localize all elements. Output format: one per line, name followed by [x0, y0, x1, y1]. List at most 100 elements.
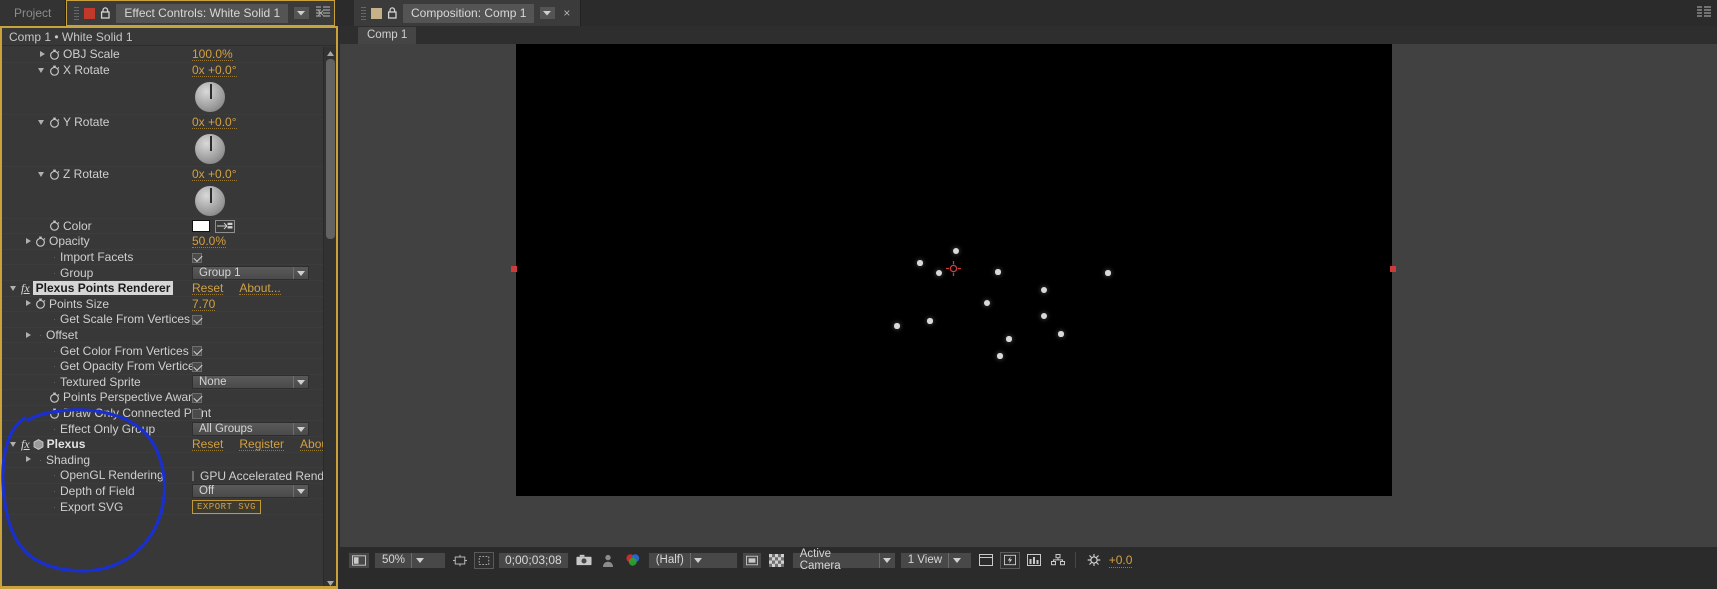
- property-checkbox[interactable]: [192, 470, 194, 481]
- twirl-closed-icon[interactable]: [24, 331, 33, 340]
- angle-dial[interactable]: [194, 184, 226, 217]
- layer-handle[interactable]: [1390, 266, 1396, 272]
- renderer-options-icon[interactable]: [1048, 552, 1068, 569]
- twirl-closed-icon[interactable]: [24, 299, 33, 308]
- tab-composition[interactable]: Composition: Comp 1 ×: [354, 0, 582, 26]
- panel-grip-icon[interactable]: [361, 6, 366, 20]
- property-value[interactable]: 7.70: [192, 298, 216, 311]
- property-row[interactable]: · Get Scale From Vertices: [2, 312, 336, 328]
- property-checkbox[interactable]: [192, 392, 202, 403]
- property-row[interactable]: Color: [2, 219, 336, 235]
- stopwatch-icon[interactable]: [49, 220, 60, 232]
- property-row[interactable]: Y Rotate 0x +0.0°: [2, 115, 336, 167]
- twirl-closed-icon[interactable]: [38, 50, 47, 59]
- property-row[interactable]: Z Rotate 0x +0.0°: [2, 167, 336, 219]
- property-row[interactable]: · Get Opacity From Vertices: [2, 359, 336, 375]
- composition-canvas[interactable]: [511, 44, 1396, 496]
- stopwatch-icon[interactable]: [49, 49, 60, 60]
- stopwatch-icon[interactable]: [49, 408, 60, 419]
- property-value[interactable]: 100.0%: [192, 48, 233, 62]
- property-checkbox[interactable]: [192, 408, 202, 419]
- resolution-select[interactable]: (Half): [647, 551, 738, 569]
- property-row[interactable]: · Depth of Field Off: [2, 484, 336, 500]
- stopwatch-icon[interactable]: [49, 392, 60, 403]
- property-dropdown[interactable]: Group 1: [192, 266, 309, 281]
- property-checkbox[interactable]: [192, 361, 202, 372]
- composition-viewer[interactable]: [340, 44, 1717, 547]
- property-row[interactable]: · Get Color From Vertices: [2, 343, 336, 359]
- property-checkbox[interactable]: [192, 346, 202, 357]
- property-row[interactable]: · Effect Only Group All Groups: [2, 421, 336, 437]
- effect-name[interactable]: Plexus Points Renderer: [32, 281, 174, 296]
- eyedropper-icon[interactable]: [215, 219, 235, 233]
- angle-dial[interactable]: [194, 80, 226, 113]
- close-icon[interactable]: ×: [560, 6, 573, 20]
- effect-name[interactable]: Plexus: [47, 437, 86, 451]
- property-row[interactable]: X Rotate 0x +0.0°: [2, 63, 336, 115]
- chevron-down-icon[interactable]: [293, 267, 308, 280]
- timeline-icon[interactable]: [976, 552, 996, 569]
- property-row[interactable]: · Textured Sprite None: [2, 375, 336, 391]
- stopwatch-icon[interactable]: [49, 117, 60, 128]
- show-snapshot-icon[interactable]: [599, 552, 618, 569]
- camera-view-select[interactable]: Active Camera: [791, 548, 896, 572]
- property-row[interactable]: Points Size 7.70: [2, 297, 336, 313]
- view-layout-select[interactable]: 1 View: [899, 551, 972, 569]
- effect-controls-scrollbar[interactable]: [323, 47, 336, 589]
- chevron-down-icon[interactable]: [411, 552, 427, 568]
- property-checkbox[interactable]: [192, 252, 202, 263]
- region-of-interest-icon[interactable]: [450, 552, 470, 569]
- effect-link[interactable]: Reset: [192, 282, 224, 296]
- property-value[interactable]: 50.0%: [192, 235, 227, 249]
- property-value[interactable]: 0x +0.0°: [192, 64, 237, 77]
- toggle-view-layout-icon[interactable]: [741, 551, 762, 569]
- always-preview-this-view-icon[interactable]: [348, 551, 370, 569]
- twirl-open-icon[interactable]: [38, 170, 47, 179]
- transparency-grid-icon[interactable]: [766, 552, 788, 569]
- tab-effect-controls[interactable]: Effect Controls: White Solid 1 ×: [66, 0, 336, 26]
- lock-icon[interactable]: [100, 7, 111, 19]
- property-row[interactable]: · Shading: [2, 453, 336, 469]
- channel-icon[interactable]: [622, 552, 644, 569]
- twirl-open-icon[interactable]: [10, 440, 19, 449]
- toggle-mask-and-shape-path-visibility-icon[interactable]: [474, 551, 494, 569]
- effect-link[interactable]: Reset: [192, 438, 224, 452]
- twirl-closed-icon[interactable]: [24, 455, 33, 464]
- composition-panel-menu-icon[interactable]: [1697, 6, 1711, 18]
- property-row[interactable]: · Export SVG EXPORT SVG: [2, 499, 336, 515]
- property-checkbox[interactable]: [192, 314, 202, 325]
- stopwatch-icon[interactable]: [49, 169, 60, 180]
- anchor-point-icon[interactable]: [946, 261, 961, 276]
- effect-link[interactable]: Register: [239, 438, 285, 452]
- property-row[interactable]: Draw Only Connected Point: [2, 406, 336, 422]
- twirl-closed-icon[interactable]: [24, 237, 33, 246]
- property-row[interactable]: fxPlexusResetRegisterAbout...: [2, 437, 336, 453]
- stopwatch-icon[interactable]: [35, 236, 46, 247]
- twirl-open-icon[interactable]: [10, 284, 19, 293]
- comp-flowchart-icon[interactable]: [1024, 552, 1044, 569]
- property-dropdown[interactable]: None: [192, 375, 309, 390]
- layer-handle[interactable]: [511, 266, 517, 272]
- property-row[interactable]: · Group Group 1: [2, 265, 336, 281]
- chevron-down-icon[interactable]: [293, 376, 308, 389]
- zoom-level-select[interactable]: 50%: [374, 551, 446, 569]
- property-dropdown[interactable]: Off: [192, 484, 309, 499]
- current-time-display[interactable]: 0;00;03;08: [498, 551, 569, 569]
- breadcrumb[interactable]: Comp 1: [358, 26, 417, 44]
- effect-controls-panel-menu-icon[interactable]: [316, 6, 330, 18]
- twirl-open-icon[interactable]: [38, 66, 47, 75]
- property-row[interactable]: · OpenGL Rendering GPU Accelerated Rende: [2, 468, 336, 484]
- tab-project[interactable]: Project: [0, 0, 67, 26]
- export-svg-button[interactable]: EXPORT SVG: [192, 500, 262, 515]
- property-row[interactable]: fx Plexus Points Renderer Reset About...: [2, 281, 336, 297]
- snapshot-icon[interactable]: [573, 552, 595, 569]
- scroll-up-arrow-icon[interactable]: [324, 47, 337, 59]
- stopwatch-icon[interactable]: [35, 298, 46, 310]
- chevron-down-icon[interactable]: [879, 552, 895, 568]
- chevron-down-icon[interactable]: [293, 7, 310, 19]
- panel-grip-icon[interactable]: [74, 6, 80, 20]
- property-row[interactable]: OBJ Scale 100.0%: [2, 47, 336, 63]
- chevron-down-icon[interactable]: [689, 552, 706, 568]
- effect-link[interactable]: About...: [239, 282, 281, 296]
- scrollbar-thumb[interactable]: [326, 59, 335, 239]
